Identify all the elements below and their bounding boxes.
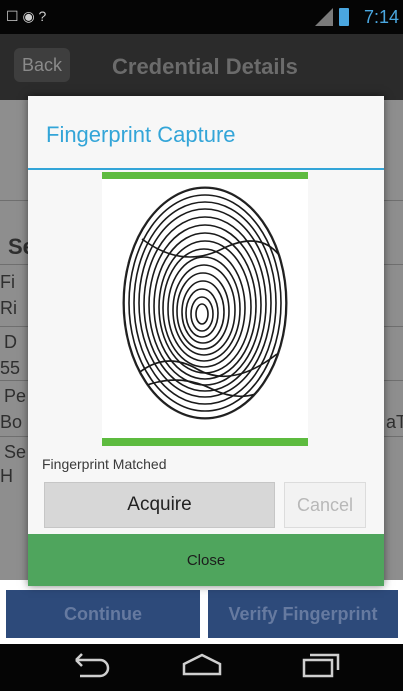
field-value: Bo	[0, 412, 23, 432]
status-bar: ☐ ◉ ? 7:14	[0, 0, 403, 34]
back-button[interactable]: Back	[14, 48, 70, 82]
acquire-button[interactable]: Acquire	[44, 482, 275, 528]
verify-fingerprint-button[interactable]: Verify Fingerprint	[208, 590, 398, 638]
success-bar-top	[102, 172, 308, 179]
capture-status: Fingerprint Matched	[42, 456, 167, 472]
field-value: H	[0, 466, 13, 486]
success-bar-bottom	[102, 438, 308, 446]
back-arrow-icon[interactable]	[70, 652, 110, 685]
title-divider	[28, 168, 384, 170]
close-button[interactable]: Close	[28, 534, 384, 586]
page-title: Credential Details	[112, 54, 298, 79]
continue-button[interactable]: Continue	[6, 590, 200, 638]
field-value-right: aT	[386, 412, 403, 432]
field-label: Se	[4, 442, 27, 462]
navigation-bar	[0, 644, 403, 691]
fingerprint-image-frame	[102, 172, 308, 446]
fingerprint-dialog: Fingerprint Capture Fingerprint Matched …	[28, 96, 384, 586]
recents-icon[interactable]	[300, 652, 340, 685]
battery-icon	[339, 8, 349, 26]
home-icon[interactable]	[180, 652, 224, 685]
clock: 7:14	[363, 7, 399, 27]
field-label: Fi	[0, 272, 15, 292]
field-label: D	[4, 332, 17, 352]
field-value: Ri	[0, 298, 17, 318]
field-label: Pe	[4, 386, 27, 406]
fingerprint-image	[122, 186, 288, 420]
cancel-button[interactable]: Cancel	[284, 482, 366, 528]
status-icons: ☐ ◉ ?	[6, 8, 47, 24]
app-header: Back Credential Details	[0, 34, 403, 100]
signal-icon	[315, 8, 333, 26]
dialog-title: Fingerprint Capture	[46, 122, 236, 147]
field-value: 55	[0, 358, 21, 378]
